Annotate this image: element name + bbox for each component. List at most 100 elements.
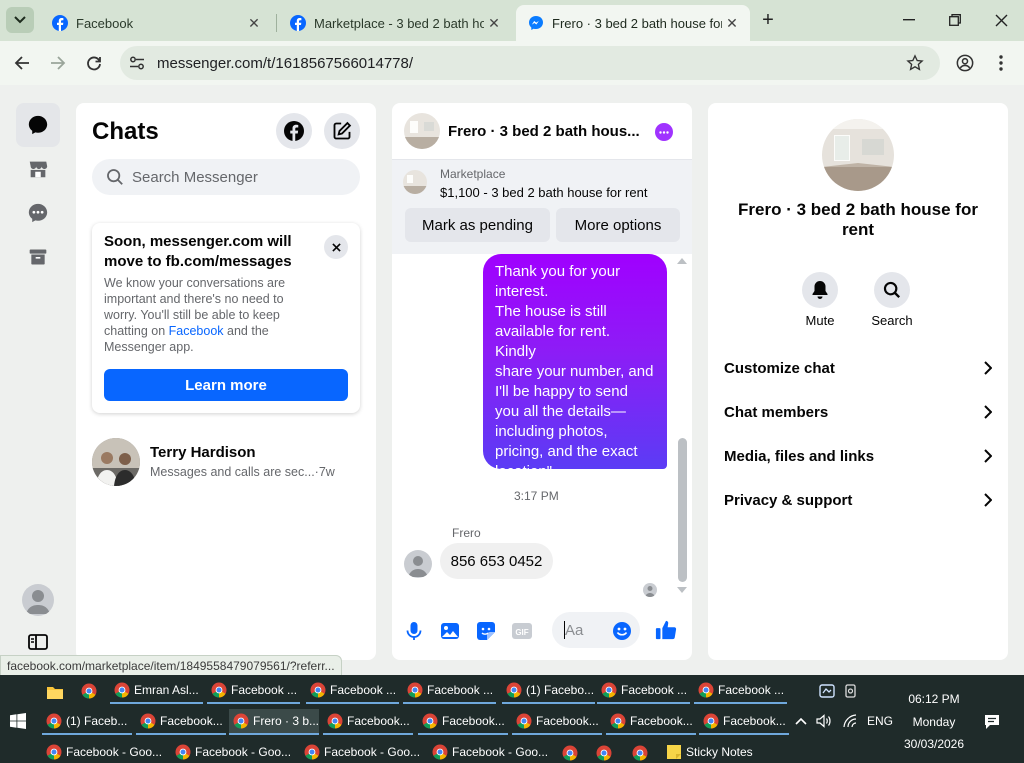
taskbar-window-button[interactable]: Facebook - Goo... xyxy=(171,740,295,763)
rail-chats[interactable] xyxy=(16,103,60,147)
taskbar-window-button[interactable]: Facebook ... xyxy=(403,678,496,704)
rail-archive[interactable] xyxy=(16,235,60,279)
language-indicator[interactable]: ENG xyxy=(867,714,893,728)
conversation-avatar[interactable] xyxy=(404,113,440,149)
search-conversation-button[interactable] xyxy=(874,272,910,308)
close-tab-icon[interactable]: ✕ xyxy=(484,13,504,33)
start-button[interactable] xyxy=(8,711,28,731)
media-files-links-row[interactable]: Media, files and links xyxy=(724,436,992,476)
message-bubble-received[interactable]: 856 653 0452 xyxy=(440,543,553,579)
url-text[interactable]: messenger.com/t/1618567566014778/ xyxy=(157,55,413,72)
scrollbar-thumb[interactable] xyxy=(678,438,687,582)
show-hidden-icons-button[interactable] xyxy=(792,712,810,730)
sticker-button[interactable] xyxy=(474,619,498,643)
taskbar-item-label: Facebook ... xyxy=(621,683,688,697)
facebook-icon xyxy=(52,15,68,31)
info-avatar[interactable] xyxy=(822,119,894,191)
conversation-title[interactable]: Frero · 3 bed 2 bath hous... xyxy=(448,123,640,140)
chrome-taskbar-icon[interactable] xyxy=(632,745,648,761)
close-tab-icon[interactable]: ✕ xyxy=(244,13,264,33)
chat-members-row[interactable]: Chat members xyxy=(724,392,992,432)
profile-icon[interactable] xyxy=(954,52,976,74)
new-message-button[interactable] xyxy=(324,113,360,149)
facebook-app-button[interactable] xyxy=(276,113,312,149)
message-bubble-sent[interactable]: Thank you for your interest. The house i… xyxy=(483,254,667,480)
taskbar-window-button[interactable]: Facebook - Goo... xyxy=(300,740,424,763)
user-avatar[interactable] xyxy=(22,584,54,616)
taskbar-window-button[interactable]: Facebook... xyxy=(136,709,226,735)
forward-button[interactable] xyxy=(46,51,70,75)
taskbar-window-button[interactable]: Facebook... xyxy=(323,709,413,735)
taskbar-window-button[interactable]: Facebook... xyxy=(606,709,696,735)
clock-time[interactable]: 06:12 PM xyxy=(900,692,968,706)
system-tray-device-icon[interactable] xyxy=(842,682,860,700)
tab-search-button[interactable] xyxy=(6,7,34,33)
taskbar-window-button[interactable]: Facebook... xyxy=(418,709,508,735)
notice-close-button[interactable] xyxy=(324,235,348,259)
minimize-button[interactable] xyxy=(897,8,921,32)
learn-more-button[interactable]: Learn more xyxy=(104,369,348,401)
volume-icon[interactable] xyxy=(815,712,833,730)
clock-day[interactable]: Monday xyxy=(900,715,968,729)
notice-title: Soon, messenger.com will move to fb.com/… xyxy=(104,233,292,270)
taskbar-window-button[interactable]: Frero · 3 b... xyxy=(229,709,319,735)
facebook-link[interactable]: Facebook xyxy=(169,324,224,338)
browser-menu-icon[interactable] xyxy=(990,52,1012,74)
compose-icon xyxy=(333,121,352,140)
reload-button[interactable] xyxy=(82,51,106,75)
taskbar-window-button[interactable]: Emran Asl... xyxy=(110,678,203,704)
bookmark-star-icon[interactable] xyxy=(904,52,926,74)
voice-clip-button[interactable] xyxy=(402,619,426,643)
taskbar-window-button[interactable]: Facebook ... xyxy=(306,678,399,704)
chrome-taskbar-icon[interactable] xyxy=(81,683,97,699)
system-tray-app-icon[interactable] xyxy=(818,682,836,700)
sticky-notes-button[interactable]: Sticky Notes xyxy=(662,740,772,763)
chrome-taskbar-icon[interactable] xyxy=(562,745,578,761)
back-button[interactable] xyxy=(10,51,34,75)
taskbar-window-button[interactable]: Facebook ... xyxy=(597,678,690,704)
taskbar-window-button[interactable]: Facebook ... xyxy=(207,678,300,704)
rail-requests[interactable] xyxy=(16,191,60,235)
taskbar-window-button[interactable]: Facebook... xyxy=(512,709,602,735)
scroll-up-arrow[interactable] xyxy=(677,258,687,264)
clock-date[interactable]: 30/03/2026 xyxy=(900,737,968,751)
taskbar-window-button[interactable]: Facebook ... xyxy=(694,678,787,704)
like-button[interactable] xyxy=(653,617,679,643)
file-explorer-icon[interactable] xyxy=(46,683,64,701)
conversation-info-button[interactable] xyxy=(655,123,673,141)
taskbar-item-label: Facebook... xyxy=(723,714,786,728)
sidebar-icon xyxy=(28,634,48,650)
gif-button[interactable]: GIF xyxy=(510,619,534,643)
taskbar-window-button[interactable]: (1) Faceb... xyxy=(42,709,132,735)
toggle-sidebar-button[interactable] xyxy=(26,630,50,654)
close-tab-icon[interactable]: ✕ xyxy=(722,13,742,33)
tab-title: Facebook xyxy=(76,15,134,31)
attach-photo-button[interactable] xyxy=(438,619,462,643)
rail-marketplace[interactable] xyxy=(16,147,60,191)
new-tab-button[interactable]: + xyxy=(756,8,780,32)
taskbar-window-button[interactable]: (1) Facebo... xyxy=(502,678,595,704)
chat-item-preview-row: Messages and calls are sec...·7w xyxy=(150,465,335,479)
tab-facebook[interactable]: Facebook ✕ xyxy=(40,5,272,41)
taskbar-window-button[interactable]: Facebook... xyxy=(699,709,789,735)
tab-messenger[interactable]: Frero · 3 bed 2 bath house for r ✕ xyxy=(516,5,750,41)
more-options-button[interactable]: More options xyxy=(556,208,680,242)
search-messenger-input[interactable]: Search Messenger xyxy=(92,159,360,195)
notifications-button[interactable] xyxy=(982,712,1002,732)
privacy-support-row[interactable]: Privacy & support xyxy=(724,480,992,520)
taskbar-window-button[interactable]: Facebook - Goo... xyxy=(42,740,166,763)
wifi-icon[interactable] xyxy=(841,712,859,730)
chrome-icon xyxy=(610,713,626,729)
emoji-button[interactable] xyxy=(610,619,634,643)
taskbar-window-button[interactable]: Facebook - Goo... xyxy=(428,740,552,763)
restore-button[interactable] xyxy=(943,8,967,32)
site-info-icon[interactable] xyxy=(126,52,148,74)
scroll-down-arrow[interactable] xyxy=(677,587,687,593)
chat-bubble-icon xyxy=(28,115,48,135)
customize-chat-row[interactable]: Customize chat xyxy=(724,348,992,388)
close-window-button[interactable] xyxy=(989,8,1013,32)
mark-as-pending-button[interactable]: Mark as pending xyxy=(405,208,550,242)
mute-button[interactable] xyxy=(802,272,838,308)
chrome-taskbar-icon[interactable] xyxy=(596,745,612,761)
tab-marketplace[interactable]: Marketplace - 3 bed 2 bath hou ✕ xyxy=(278,5,512,41)
